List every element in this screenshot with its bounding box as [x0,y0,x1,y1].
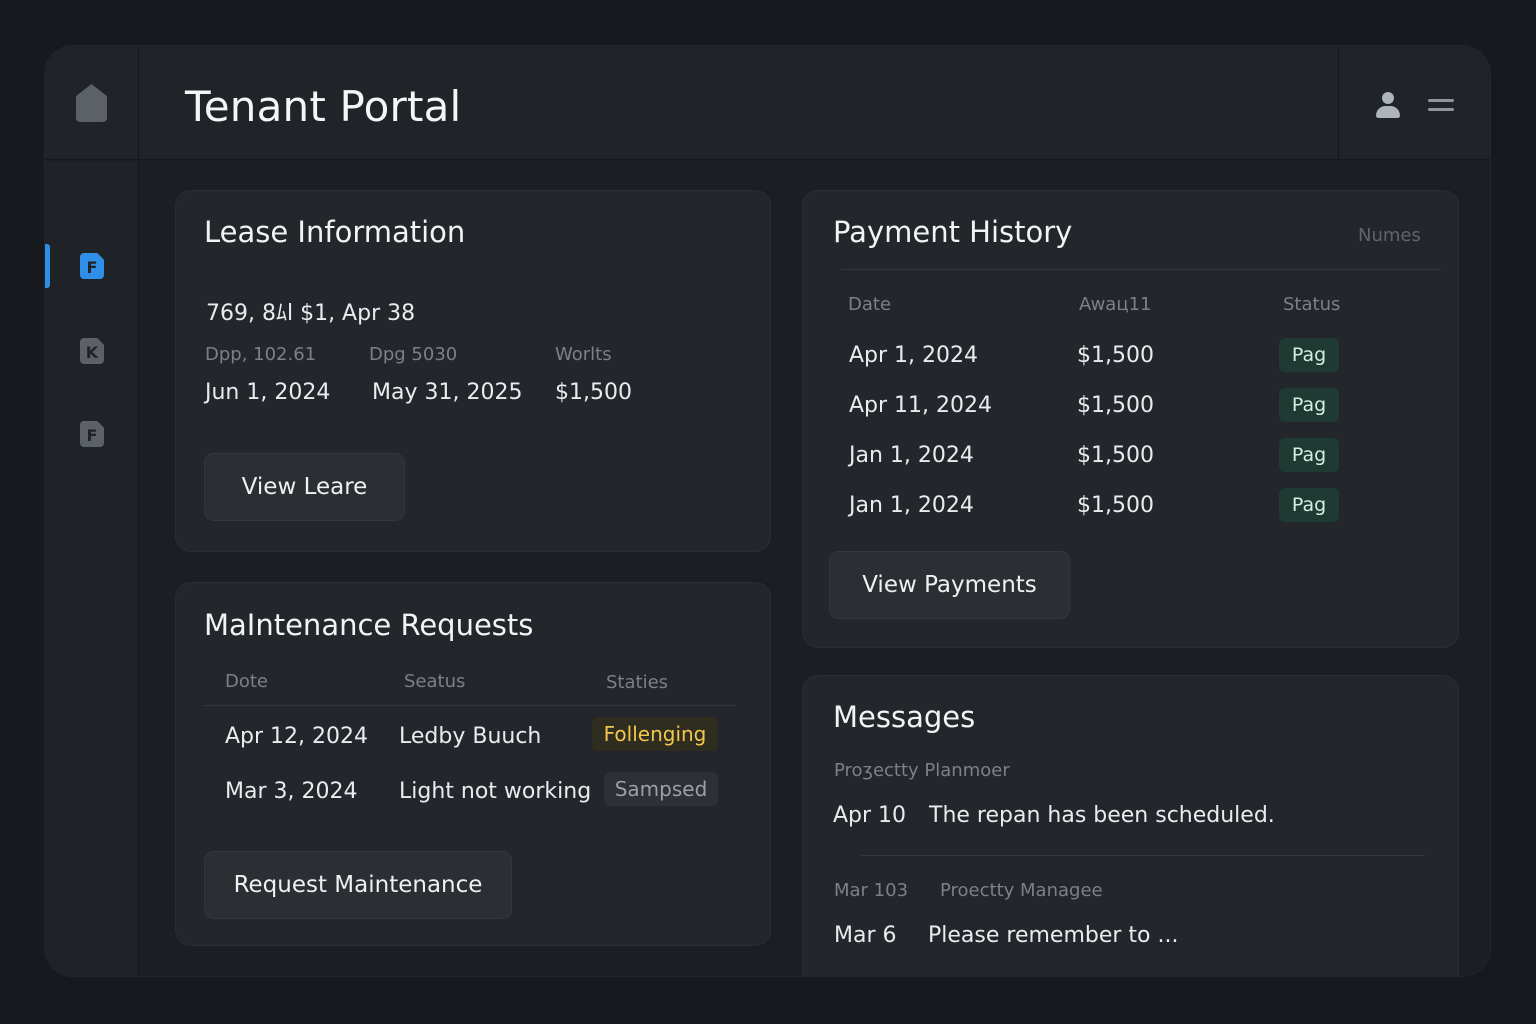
messages-card: Messages Proʒectty Planmoer Apr 10 The r… [802,675,1459,976]
column-header: Awaц11 [1079,294,1152,315]
request-description: Ledby Buuch [399,724,542,749]
message-sender: Proectty Managee [940,880,1103,901]
payment-date: Apr 1, 2024 [849,343,979,368]
page-title: Tenant Portal [185,82,462,131]
top-actions [1338,46,1490,160]
lease-field-label: Worlts [555,344,612,365]
view-lease-button[interactable]: View Leare [204,453,405,521]
divider [841,269,1441,270]
message-text[interactable]: The repan has been scheduled. [929,803,1275,828]
sidebar-item-lease[interactable]: F [45,238,139,294]
divider [204,705,736,706]
payment-card: Payment History Numes Date Awaц11 Status… [802,190,1459,648]
lease-field-label: Dpg 5030 [369,344,458,365]
payment-filter[interactable]: Numes [1358,225,1421,246]
status-badge: Follenging [592,717,718,751]
house-icon [76,84,107,122]
payment-amount: $1,500 [1077,493,1154,518]
request-date: Mar 3, 2024 [225,779,358,804]
payment-date: Jan 1, 2024 [849,443,974,468]
lease-start-date: Jun 1, 2024 [205,380,331,405]
message-date: Apr 10 [833,803,907,828]
lease-title: Lease Information [204,215,466,249]
lease-summary: 769, 8ﾑl $1, Apr 38 [206,301,416,326]
payment-date: Apr 11, 2024 [849,393,993,418]
status-badge: Pag [1279,488,1339,522]
divider [861,855,1425,856]
message-meta-date: Mar 103 [834,880,909,901]
request-date: Apr 12, 2024 [225,724,369,749]
payment-title: Payment History [833,215,1073,249]
lease-rent: $1,500 [555,380,632,405]
request-description: Light not working [399,779,592,804]
status-badge: Pag [1279,338,1339,372]
payment-amount: $1,500 [1077,343,1154,368]
view-payments-button[interactable]: View Payments [829,551,1070,619]
file-icon: F [80,421,104,447]
lease-field-label: Dpp, 102.61 [205,344,317,365]
column-header: Seatus [404,671,466,692]
status-badge: Pag [1279,438,1339,472]
request-maintenance-button[interactable]: Request Maintenance [204,851,512,919]
column-header: Dote [225,671,269,692]
user-icon[interactable] [1374,92,1402,122]
status-badge: Sampsed [604,772,718,806]
menu-icon[interactable] [1428,99,1454,113]
messages-title: Messages [833,700,976,734]
logo[interactable] [45,46,139,160]
sidebar-item-keys[interactable]: K [45,323,139,379]
maintenance-card: MaIntenance Requests Dote Seatus Staties… [175,582,771,946]
column-header: Date [848,294,892,315]
maintenance-title: MaIntenance Requests [204,608,534,642]
payment-amount: $1,500 [1077,443,1154,468]
app-window: Tenant Portal F K F Lease Information 76… [45,46,1490,976]
message-sender: Proʒectty Planmoer [834,760,1010,781]
active-indicator [45,244,50,288]
document-icon: F [80,253,104,279]
key-document-icon: K [80,338,104,364]
lease-end-date: May 31, 2025 [372,380,523,405]
payment-amount: $1,500 [1077,393,1154,418]
column-header: Staties [606,672,669,693]
payment-date: Jan 1, 2024 [849,493,974,518]
top-bar: Tenant Portal [45,46,1490,160]
sidebar: F K F [45,162,139,976]
message-text[interactable]: Please remember to ... [928,923,1178,948]
status-badge: Pag [1279,388,1339,422]
column-header: Status [1283,294,1341,315]
lease-card: Lease Information 769, 8ﾑl $1, Apr 38 Dp… [175,190,771,552]
message-date: Mar 6 [834,923,897,948]
sidebar-item-files[interactable]: F [45,406,139,462]
